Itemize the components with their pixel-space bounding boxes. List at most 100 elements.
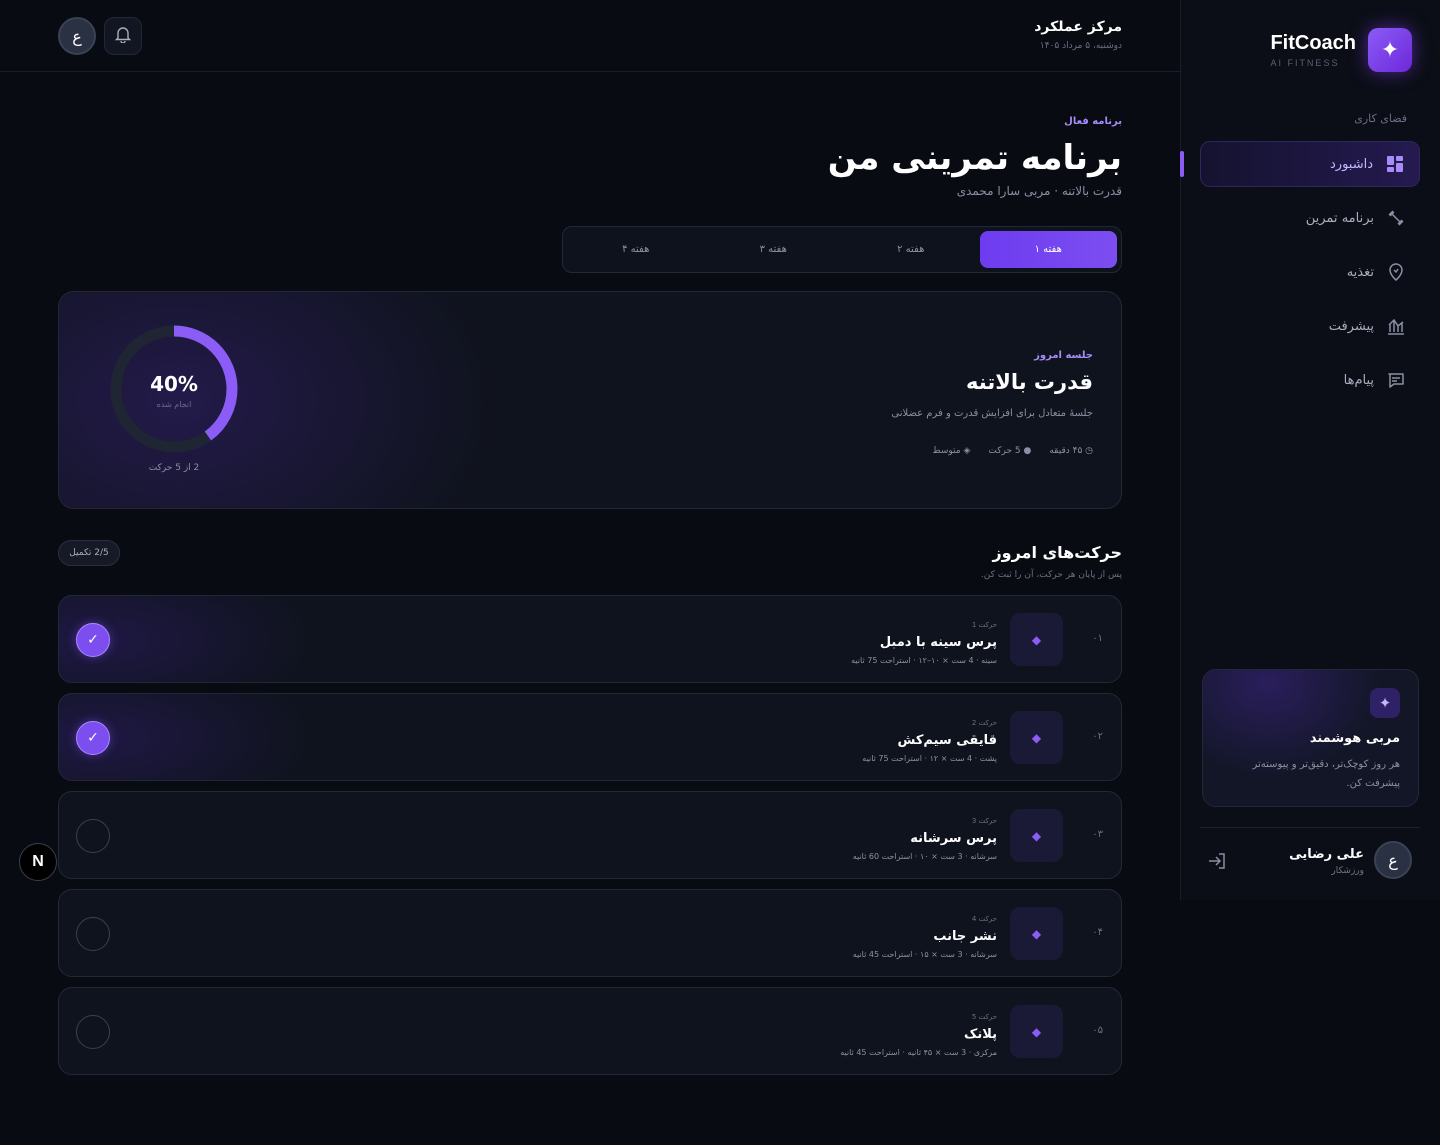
tab-week-1[interactable]: هفته ۱ xyxy=(979,231,1117,268)
header-title: مرکز عملکرد xyxy=(1034,19,1122,35)
page-title: برنامه تمرینی من xyxy=(827,138,1122,178)
sidebar-item-label: پیام‌ها xyxy=(1343,372,1374,388)
exercise-index: حرکت 3 xyxy=(971,817,997,825)
nutrition-icon xyxy=(1386,262,1406,282)
sidebar-item-nutrition[interactable]: تغذیه xyxy=(1200,249,1420,295)
exercise-name: پرس سینه با دمبل xyxy=(879,635,997,650)
progress-label: انجام شده xyxy=(156,400,192,409)
tab-week-2[interactable]: هفته ۲ xyxy=(842,231,980,268)
sidebar-item-workout[interactable]: برنامه تمرین xyxy=(1200,195,1420,241)
divider xyxy=(1200,827,1420,828)
ai-coach-description: هر روز کوچک‌تر، دقیق‌تر و پیوسته‌تر پیشر… xyxy=(1252,759,1400,789)
active-indicator xyxy=(1180,151,1184,177)
today-session-card: جلسه امروز قدرت بالاتنه جلسهٔ متعادل برا… xyxy=(58,291,1122,509)
sidebar-item-dashboard[interactable]: داشبورد xyxy=(1200,141,1420,187)
dashboard-icon xyxy=(1385,154,1405,174)
dumbbell-icon xyxy=(1386,208,1406,228)
list-item[interactable]: ۰۲ ◆ حرکت 2 قایقی سیم‌کش پشت · 4 ست × ۱۲ · ا… xyxy=(58,693,1122,781)
diamond-icon: ◆ xyxy=(1031,730,1042,745)
user-name: علی رضایی xyxy=(1289,847,1364,862)
exercise-details: سینه · 4 ست × ۱۰–۱۲ · استراحت 75 ثانیه xyxy=(851,656,997,665)
list-item[interactable]: ۰۱ ◆ حرکت 1 پرس سینه با دمبل سینه · 4 ست × ۱… xyxy=(58,595,1122,683)
sidebar-item-label: تغذیه xyxy=(1346,264,1374,280)
brand-name: FitCoach xyxy=(1270,32,1356,54)
ai-coach-card[interactable]: ✦ مربی هوشمند هر روز کوچک‌تر، دقیق‌تر و … xyxy=(1202,669,1419,807)
page-eyebrow: برنامه فعال xyxy=(1064,116,1122,127)
exercise-details: سرشانه · 3 ست × ۱۰ · استراحت 60 ثانیه xyxy=(852,852,997,861)
ai-coach-title: مربی هوشمند xyxy=(1309,731,1400,746)
exercise-details: مرکزی · 3 ست × ۴۵ ثانیه · استراحت 45 ثان… xyxy=(840,1048,997,1057)
exercise-details: سرشانه · 3 ست × ۱۵ · استراحت 45 ثانیه xyxy=(852,950,997,959)
difficulty-meta: ◈ متوسط xyxy=(932,446,971,456)
exercises-subtitle: پس از پایان هر حرکت، آن را ثبت کن. xyxy=(980,570,1122,580)
check-icon: ✓ xyxy=(87,632,99,648)
page-subtitle: قدرت بالاتنه · مربی سارا محمدی xyxy=(956,184,1122,198)
list-item[interactable]: ۰۴ ◆ حرکت 4 نشر جانب سرشانه · 3 ست × ۱۵ · اس… xyxy=(58,889,1122,977)
tab-week-3[interactable]: هفته ۳ xyxy=(705,231,843,268)
session-meta: ◷ ۴۵ دقیقه ● 5 حرکت ◈ متوسط xyxy=(932,446,1093,456)
duration-meta: ◷ ۴۵ دقیقه xyxy=(1049,446,1093,456)
top-header: مرکز عملکرد دوشنبه، ۵ مرداد ۱۴۰۵ ع xyxy=(0,0,1180,72)
brand-subtitle: AI FITNESS xyxy=(1270,58,1340,68)
exercise-number: ۰۴ xyxy=(1092,927,1103,938)
exercise-index: حرکت 1 xyxy=(971,621,997,629)
logout-icon[interactable] xyxy=(1207,851,1227,875)
sparkle-icon: ✦ xyxy=(1368,28,1412,72)
exercise-index: حرکت 5 xyxy=(971,1013,997,1021)
notifications-button[interactable] xyxy=(104,17,142,55)
exercise-name: پرس سرشانه xyxy=(910,831,997,846)
avatar: ع xyxy=(1374,841,1412,879)
sidebar-item-progress[interactable]: پیشرفت xyxy=(1200,303,1420,349)
session-eyebrow: جلسه امروز xyxy=(1034,350,1093,361)
diamond-icon: ◆ xyxy=(1031,1024,1042,1039)
sidebar: ✦ FitCoach AI FITNESS فضای کاری داشبورد … xyxy=(1180,0,1440,900)
exercise-thumbnail: ◆ xyxy=(1010,613,1063,666)
progress-percent: 40% xyxy=(150,372,198,396)
sidebar-item-messages[interactable]: پیام‌ها xyxy=(1200,357,1420,403)
sparkle-icon: ✦ xyxy=(1370,688,1400,718)
complete-checkbox[interactable] xyxy=(76,819,110,853)
exercise-name: پلانک xyxy=(964,1027,997,1042)
exercise-thumbnail: ◆ xyxy=(1010,907,1063,960)
complete-checkbox[interactable] xyxy=(76,1015,110,1049)
exercise-thumbnail: ◆ xyxy=(1010,1005,1063,1058)
completion-badge: 2/5 تکمیل xyxy=(58,540,120,566)
exercise-number: ۰۵ xyxy=(1092,1025,1103,1036)
message-icon xyxy=(1386,370,1406,390)
tab-week-4[interactable]: هفته ۴ xyxy=(567,231,705,268)
complete-checkbox[interactable]: ✓ xyxy=(76,721,110,755)
exercises-title: حرکت‌های امروز xyxy=(992,543,1122,562)
exercise-list: ۰۱ ◆ حرکت 1 پرس سینه با دمبل سینه · 4 ست × ۱… xyxy=(58,595,1122,1085)
list-item[interactable]: ۰۳ ◆ حرکت 3 پرس سرشانه سرشانه · 3 ست × ۱۰ · … xyxy=(58,791,1122,879)
exercise-number: ۰۳ xyxy=(1092,829,1103,840)
exercise-details: پشت · 4 ست × ۱۲ · استراحت 75 ثانیه xyxy=(862,754,997,763)
session-title: قدرت بالاتنه xyxy=(966,370,1093,394)
exercise-name: نشر جانب xyxy=(933,929,997,944)
complete-checkbox[interactable]: ✓ xyxy=(76,623,110,657)
session-description: جلسهٔ متعادل برای افزایش قدرت و فرم عضلا… xyxy=(891,408,1093,419)
avatar[interactable]: ع xyxy=(58,17,96,55)
diamond-icon: ◆ xyxy=(1031,926,1042,941)
framework-badge[interactable]: N xyxy=(19,843,57,881)
exercise-number: ۰۲ xyxy=(1092,731,1103,742)
exercise-name: قایقی سیم‌کش xyxy=(897,733,997,748)
sidebar-item-label: داشبورد xyxy=(1330,156,1373,172)
week-tabs: هفته ۱ هفته ۲ هفته ۳ هفته ۴ xyxy=(562,226,1122,273)
list-item[interactable]: ۰۵ ◆ حرکت 5 پلانک مرکزی · 3 ست × ۴۵ ثانیه · … xyxy=(58,987,1122,1075)
sidebar-item-label: برنامه تمرین xyxy=(1305,210,1374,226)
exercise-index: حرکت 4 xyxy=(971,915,997,923)
brand[interactable]: ✦ FitCoach AI FITNESS xyxy=(1270,28,1412,72)
exercise-thumbnail: ◆ xyxy=(1010,809,1063,862)
sidebar-nav: داشبورد برنامه تمرین تغذیه پیشرفت xyxy=(1200,141,1420,411)
check-icon: ✓ xyxy=(87,730,99,746)
header-date: دوشنبه، ۵ مرداد ۱۴۰۵ xyxy=(1039,41,1122,51)
user-profile[interactable]: ع علی رضایی ورزشکار xyxy=(1207,841,1412,881)
complete-checkbox[interactable] xyxy=(76,917,110,951)
exercise-number: ۰۱ xyxy=(1092,633,1103,644)
user-role: ورزشکار xyxy=(1331,866,1364,876)
progress-caption: 2 از 5 حرکت xyxy=(148,463,200,473)
exercise-count-meta: ● 5 حرکت xyxy=(988,446,1032,456)
app: ✦ FitCoach AI FITNESS فضای کاری داشبورد … xyxy=(0,0,1440,1145)
workspace-label: فضای کاری xyxy=(1354,112,1407,125)
bell-icon xyxy=(114,25,132,47)
